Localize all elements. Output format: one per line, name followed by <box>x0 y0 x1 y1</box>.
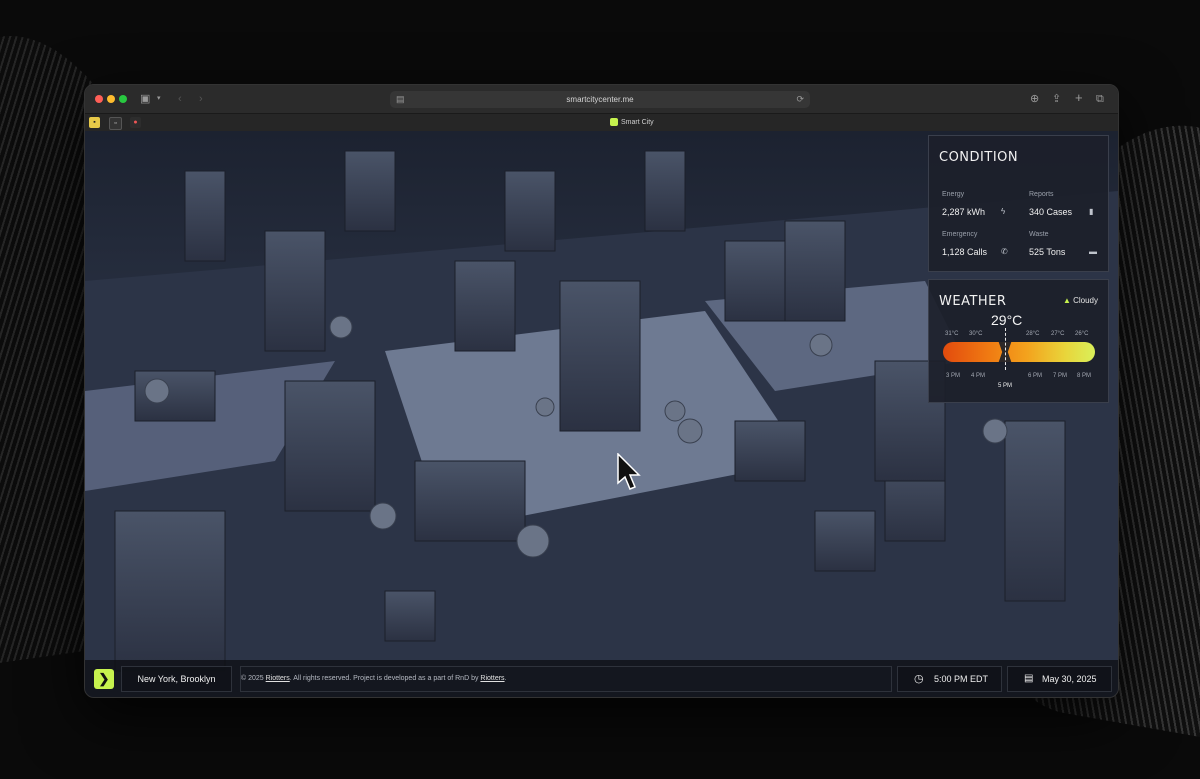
building <box>734 420 806 482</box>
metric-waste-label: Waste <box>1029 231 1049 238</box>
app-logo[interactable]: ❯ <box>94 669 114 689</box>
tree <box>535 397 555 417</box>
city-3d-viewport[interactable]: CONDITION Energy 2,287 kWh ϟ Reports 340… <box>85 131 1118 697</box>
back-icon[interactable]: ‹ <box>178 91 182 107</box>
time-tick: 3 PM <box>946 373 961 379</box>
time-text: 5:00 PM EDT <box>934 674 989 684</box>
time-tick: 8 PM <box>1077 373 1092 379</box>
riotters-link-2[interactable]: Riotters <box>480 675 504 682</box>
tree <box>329 315 353 339</box>
time-display: ◷ 5:00 PM EDT <box>897 666 1002 692</box>
copyright-notice: © 2025 Riotters. All rights reserved. Pr… <box>240 666 892 692</box>
date-text: May 30, 2025 <box>1042 674 1097 684</box>
temp-tick: 28°C <box>1026 331 1040 337</box>
document-icon: ▮ <box>1089 207 1094 216</box>
pinned-tab-notes-icon[interactable]: ▪ <box>89 117 100 128</box>
share-icon[interactable]: ⇪ <box>1052 91 1061 107</box>
calendar-icon: ▤ <box>1024 673 1034 684</box>
condition-panel: CONDITION Energy 2,287 kWh ϟ Reports 340… <box>928 135 1109 272</box>
tab-bar: ▪ ▫ ● Smart City <box>85 113 1118 132</box>
pinned-tab-app-icon[interactable]: ▫ <box>109 117 122 130</box>
building <box>644 150 686 232</box>
zoom-window-button[interactable] <box>119 95 127 103</box>
new-tab-icon[interactable]: + <box>1075 90 1083 106</box>
temp-tick: 30°C <box>969 331 983 337</box>
tree <box>677 418 703 444</box>
copyright-prefix: © 2025 <box>241 675 264 682</box>
reload-icon[interactable]: ⟳ <box>796 91 804 108</box>
mouse-pointer-icon <box>617 453 641 490</box>
building <box>724 240 786 322</box>
download-icon[interactable]: ⊕ <box>1030 91 1039 107</box>
cloud-icon: ▲ <box>1062 296 1071 305</box>
metric-reports-value: 340 Cases <box>1029 207 1073 217</box>
weather-title: WEATHER <box>939 294 1007 309</box>
metric-waste-value: 525 Tons <box>1029 247 1066 257</box>
clock-icon: ◷ <box>914 673 924 685</box>
building <box>504 170 556 252</box>
copyright-text: . All rights reserved. Project is develo… <box>289 675 479 682</box>
building <box>114 510 226 672</box>
status-footer: ❯ New York, Brooklyn © 2025 Riotters. Al… <box>85 660 1118 697</box>
condition-title: CONDITION <box>939 150 1019 165</box>
temp-tick: 31°C <box>945 331 959 337</box>
time-tick: 6 PM <box>1028 373 1043 379</box>
tab-overview-icon[interactable]: ⧉ <box>1096 91 1104 107</box>
temperature-gradient-bar <box>943 340 1095 364</box>
building <box>384 590 436 642</box>
tree <box>809 333 833 357</box>
sidebar-toggle-icon[interactable]: ▣ <box>140 91 150 107</box>
current-time-line <box>1005 328 1006 370</box>
tab-label: Smart City <box>621 119 654 126</box>
riotters-link[interactable]: Riotters <box>266 675 290 682</box>
trash-icon: ▬ <box>1089 247 1097 256</box>
tree <box>982 418 1008 444</box>
weather-condition-text: Cloudy <box>1073 296 1098 305</box>
building <box>1004 420 1066 602</box>
metric-emergency-value: 1,128 Calls <box>942 247 988 257</box>
metric-energy-value: 2,287 kWh <box>942 207 986 217</box>
building <box>184 170 226 262</box>
weather-panel: WEATHER ▲ Cloudy 29°C 31°C 30°C 28°C 27°… <box>928 279 1109 403</box>
chevron-down-icon[interactable]: ▾ <box>157 91 161 107</box>
time-tick: 4 PM <box>971 373 986 379</box>
date-display: ▤ May 30, 2025 <box>1007 666 1112 692</box>
address-bar[interactable]: ▤ smartcitycenter.me ⟳ <box>390 91 810 108</box>
building <box>784 220 846 322</box>
pinned-tab-chrome-icon[interactable]: ● <box>130 117 141 128</box>
current-temperature: 29°C <box>991 312 1023 328</box>
building <box>264 230 326 352</box>
building <box>344 150 396 232</box>
current-time-label: 5 PM <box>998 383 1013 389</box>
close-window-button[interactable] <box>95 95 103 103</box>
metric-reports-label: Reports <box>1029 191 1054 198</box>
browser-toolbar: ▣ ▾ ‹ › ▤ smartcitycenter.me ⟳ ⊕ ⇪ + ⧉ <box>85 85 1118 113</box>
building <box>814 510 876 572</box>
building <box>284 380 376 512</box>
building-tower <box>559 280 641 432</box>
tree <box>144 378 170 404</box>
tab-smart-city[interactable]: Smart City <box>610 117 654 129</box>
bolt-icon: ϟ <box>1001 207 1006 216</box>
time-tick: 7 PM <box>1053 373 1068 379</box>
forward-icon[interactable]: › <box>199 91 203 107</box>
tree <box>369 502 397 530</box>
temp-tick: 26°C <box>1075 331 1089 337</box>
tree <box>516 524 550 558</box>
copyright-end: . <box>504 675 507 682</box>
temp-tick: 27°C <box>1051 331 1065 337</box>
favicon-icon <box>610 118 618 127</box>
location-selector[interactable]: New York, Brooklyn <box>121 666 232 692</box>
metric-emergency-label: Emergency <box>942 231 978 238</box>
url-text: smartcitycenter.me <box>566 95 634 104</box>
tree <box>664 400 686 422</box>
minimize-window-button[interactable] <box>107 95 115 103</box>
weather-condition: ▲ Cloudy <box>1063 296 1098 305</box>
metric-energy-label: Energy <box>942 191 965 198</box>
building <box>414 460 526 542</box>
phone-icon: ✆ <box>1001 247 1008 256</box>
browser-window: ▣ ▾ ‹ › ▤ smartcitycenter.me ⟳ ⊕ ⇪ + ⧉ ▪… <box>84 84 1119 698</box>
building <box>454 260 516 352</box>
page-menu-icon[interactable]: ▤ <box>396 91 405 108</box>
